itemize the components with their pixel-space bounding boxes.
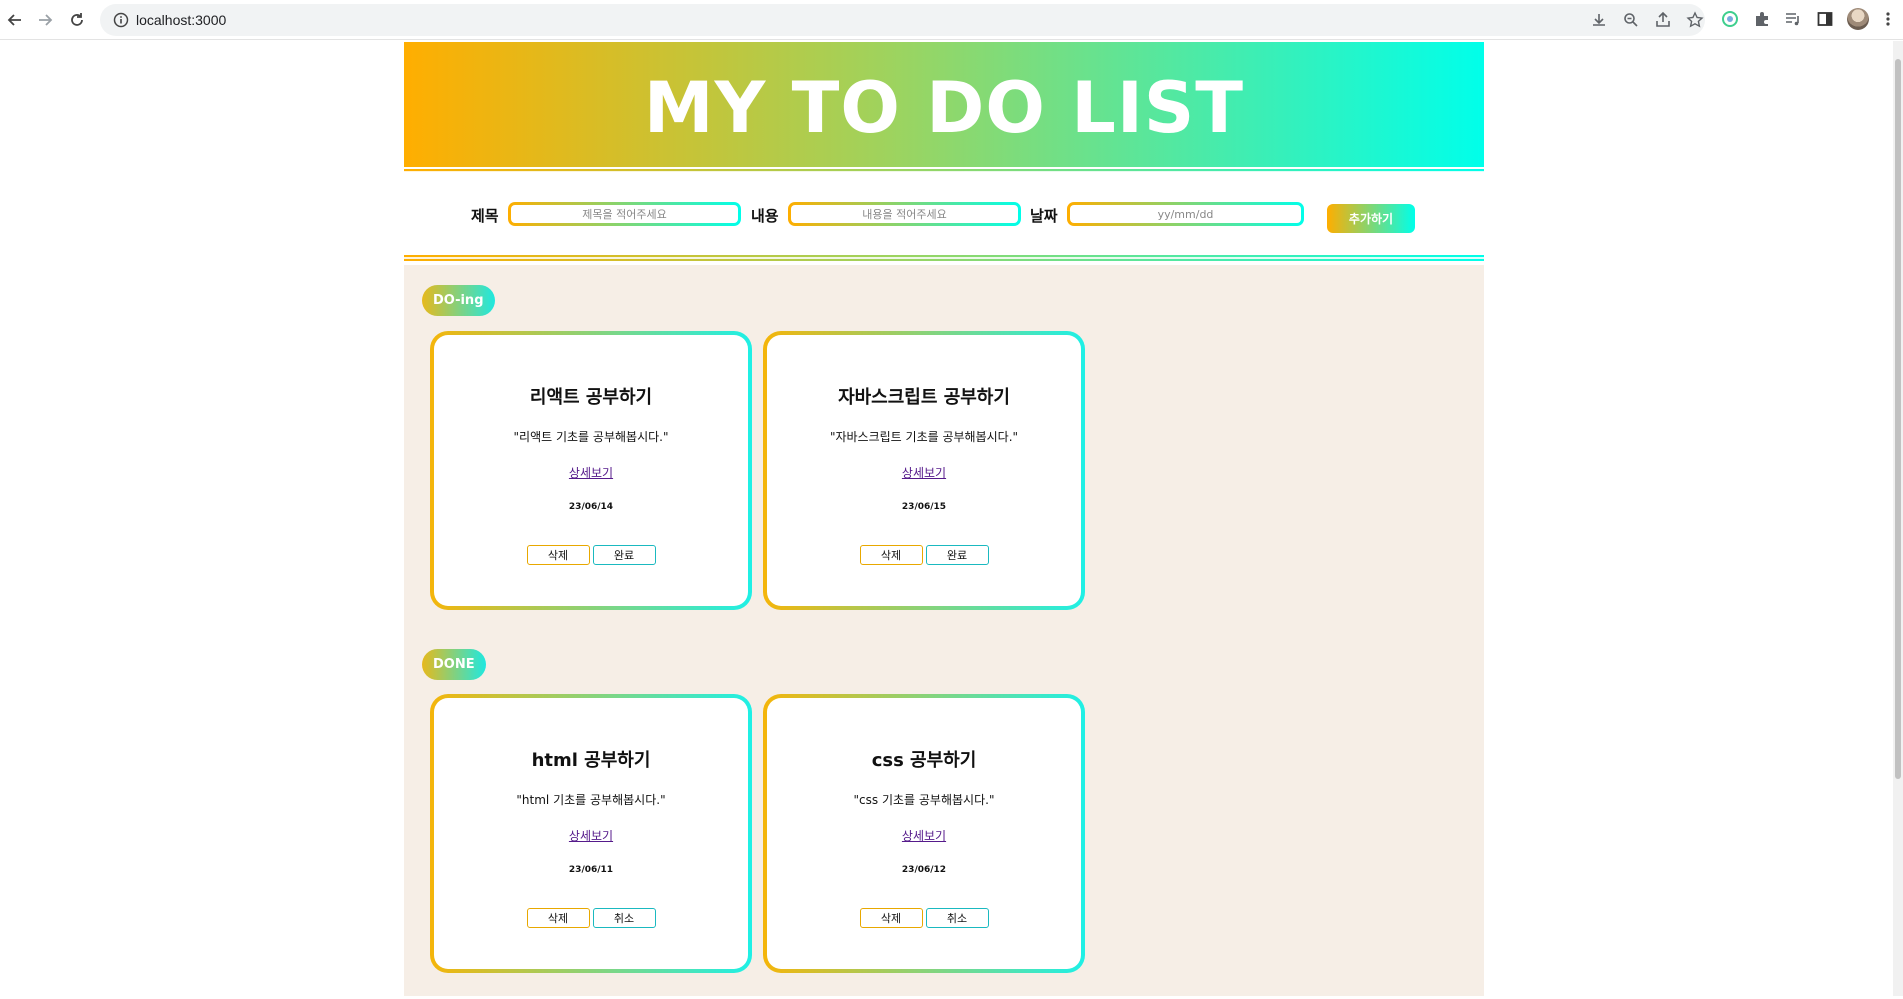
card-actions: 삭제 완료 [767, 545, 1081, 565]
delete-button[interactable]: 삭제 [859, 908, 923, 928]
detail-link[interactable]: 상세보기 [569, 466, 613, 480]
delete-button[interactable]: 삭제 [526, 908, 590, 928]
title-input[interactable] [508, 202, 741, 226]
card-actions: 삭제 취소 [767, 908, 1081, 928]
card-description: "css 기초를 공부해봅시다." [853, 793, 995, 807]
add-button[interactable]: 추가하기 [1327, 204, 1415, 233]
card-date: 23/06/11 [568, 865, 614, 875]
delete-button[interactable]: 삭제 [526, 545, 590, 565]
divider-bottom [404, 255, 1484, 261]
todo-board: DO-ing 리액트 공부하기 "리액트 기초를 공부해봅시다." 상세보기 2… [404, 265, 1484, 996]
content-label: 내용 [751, 207, 779, 225]
address-bar[interactable]: localhost:3000 [100, 4, 1705, 36]
detail-link[interactable]: 상세보기 [902, 829, 946, 843]
todo-app: MY TO DO LIST 제목 내용 날짜 추가하기 DO-ing 리액트 공… [404, 42, 1484, 996]
avatar[interactable] [1847, 8, 1869, 30]
done-section-title: DONE [422, 649, 486, 680]
browser-toolbar: localhost:3000 [0, 0, 1903, 40]
todo-card: html 공부하기 "html 기초를 공부해봅시다." 상세보기 23/06/… [430, 694, 752, 973]
card-title: 리액트 공부하기 [529, 387, 653, 408]
todo-card: 자바스크립트 공부하기 "자바스크립트 기초를 공부해봅시다." 상세보기 23… [763, 331, 1085, 610]
detail-link[interactable]: 상세보기 [569, 829, 613, 843]
share-icon[interactable] [1654, 11, 1672, 29]
delete-button[interactable]: 삭제 [859, 545, 923, 565]
media-icon[interactable] [1783, 9, 1803, 29]
date-label: 날짜 [1030, 207, 1058, 225]
page-title: MY TO DO LIST [643, 66, 1245, 149]
page-viewport: MY TO DO LIST 제목 내용 날짜 추가하기 DO-ing 리액트 공… [0, 41, 1903, 996]
card-description: "자바스크립트 기초를 공부해봅시다." [829, 430, 1019, 444]
scrollbar-thumb[interactable] [1895, 59, 1901, 779]
card-date: 23/06/15 [901, 502, 947, 512]
card-title: 자바스크립트 공부하기 [838, 387, 1010, 408]
extension-icon[interactable] [1720, 9, 1740, 29]
info-icon[interactable] [112, 11, 130, 29]
cancel-button[interactable]: 취소 [592, 908, 656, 928]
content-input[interactable] [788, 202, 1021, 226]
zoom-icon[interactable] [1622, 11, 1640, 29]
header-banner: MY TO DO LIST [404, 42, 1484, 167]
complete-button[interactable]: 완료 [925, 545, 989, 565]
card-date: 23/06/14 [568, 502, 614, 512]
card-actions: 삭제 완료 [434, 545, 748, 565]
doing-section-title: DO-ing [422, 285, 495, 316]
card-date: 23/06/12 [901, 865, 947, 875]
back-icon[interactable] [3, 8, 27, 32]
forward-icon[interactable] [33, 8, 57, 32]
sidepanel-icon[interactable] [1815, 9, 1835, 29]
star-icon[interactable] [1686, 11, 1704, 29]
card-description: "html 기초를 공부해봅시다." [516, 793, 666, 807]
todo-card: 리액트 공부하기 "리액트 기초를 공부해봅시다." 상세보기 23/06/14… [430, 331, 752, 610]
title-label: 제목 [471, 207, 499, 225]
page-scrollbar[interactable] [1893, 41, 1903, 996]
menu-icon[interactable] [1878, 9, 1898, 29]
card-title: html 공부하기 [531, 750, 651, 771]
card-title: css 공부하기 [871, 750, 977, 771]
cancel-button[interactable]: 취소 [925, 908, 989, 928]
reload-icon[interactable] [65, 8, 89, 32]
card-actions: 삭제 취소 [434, 908, 748, 928]
download-icon[interactable] [1590, 11, 1608, 29]
date-input[interactable] [1067, 202, 1304, 226]
add-form: 제목 내용 날짜 추가하기 [404, 172, 1484, 255]
puzzle-icon[interactable] [1752, 9, 1772, 29]
detail-link[interactable]: 상세보기 [902, 466, 946, 480]
card-description: "리액트 기초를 공부해봅시다." [513, 430, 669, 444]
todo-card: css 공부하기 "css 기초를 공부해봅시다." 상세보기 23/06/12… [763, 694, 1085, 973]
url-text[interactable]: localhost:3000 [136, 11, 226, 29]
complete-button[interactable]: 완료 [592, 545, 656, 565]
